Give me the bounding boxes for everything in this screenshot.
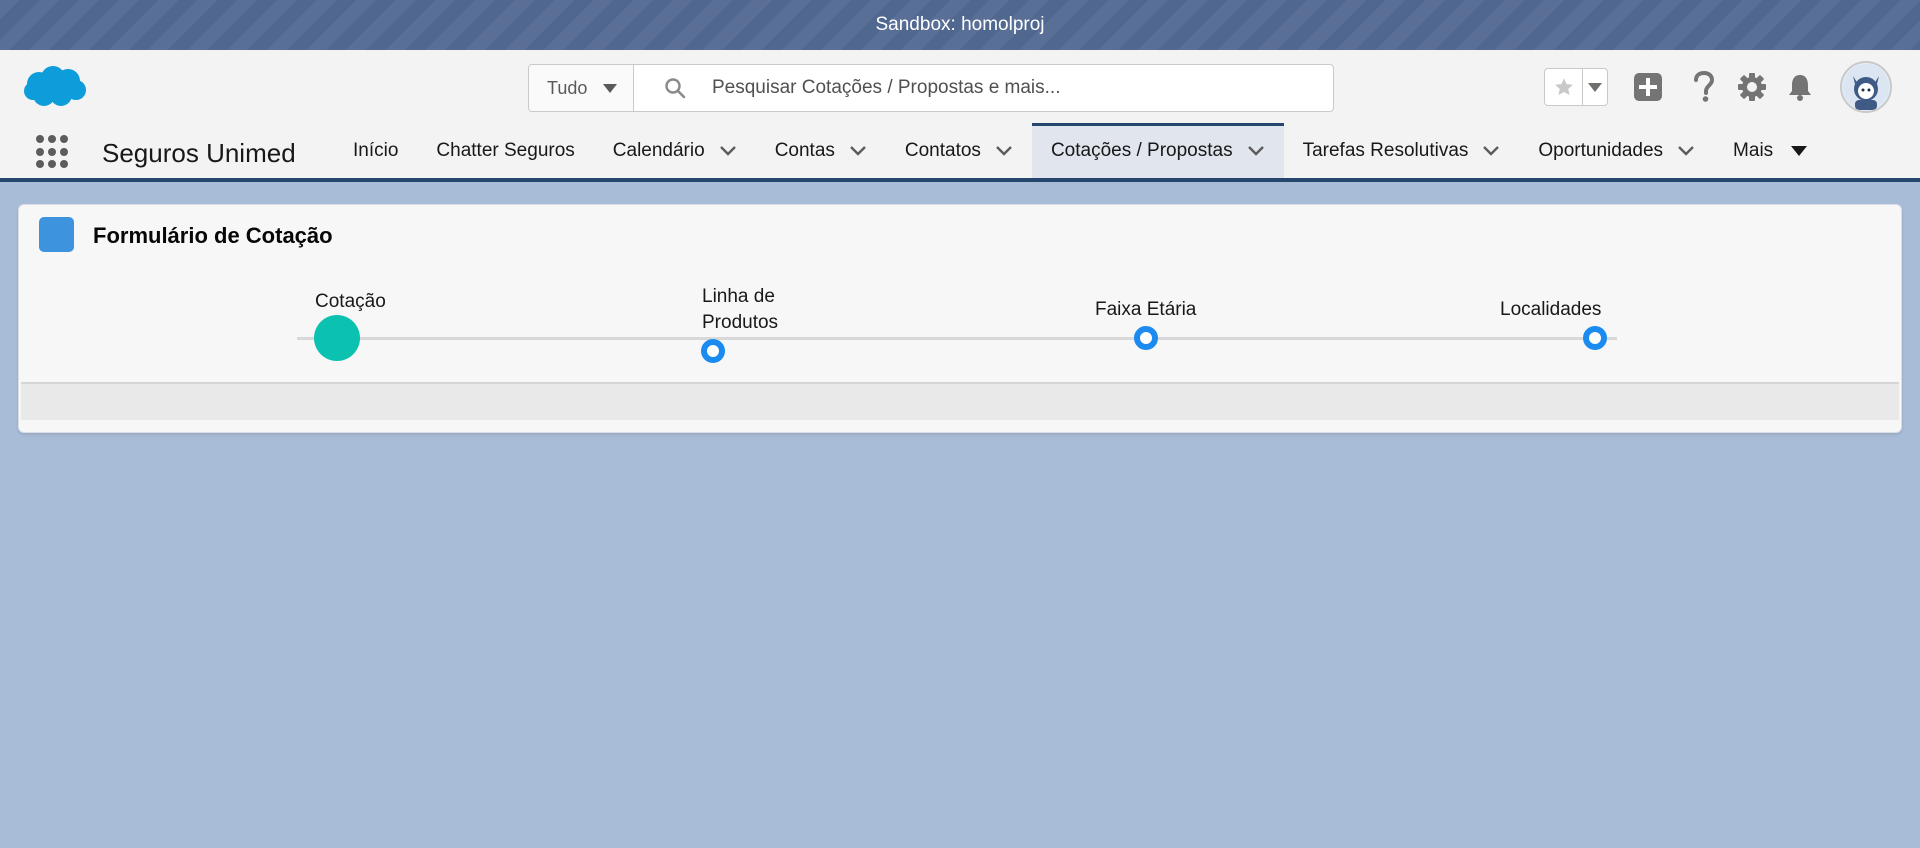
- chevron-down-icon[interactable]: [1247, 142, 1265, 160]
- nav-item-label: Início: [353, 140, 399, 161]
- app-launcher-icon[interactable]: [36, 135, 68, 169]
- bell-icon: [1789, 75, 1811, 101]
- favorites-star-button[interactable]: [1545, 69, 1583, 105]
- global-search: Tudo: [528, 64, 1334, 112]
- step-label-cotacao: Cotação: [315, 291, 386, 312]
- app-name: Seguros Unimed: [102, 138, 296, 168]
- nav-item-calendario[interactable]: Calendário: [594, 124, 756, 178]
- gear-icon: [1738, 73, 1766, 101]
- notifications-button[interactable]: [1782, 69, 1818, 105]
- progress-path: Cotação Linha de Produtos Faixa Etária L…: [19, 205, 1903, 385]
- nav-item-mais[interactable]: Mais: [1714, 124, 1826, 178]
- navigation-bar: Seguros Unimed Início Chatter Seguros Ca…: [0, 123, 1920, 182]
- chevron-down-icon[interactable]: [995, 142, 1013, 160]
- chevron-down-icon[interactable]: [849, 142, 867, 160]
- sandbox-banner-text: Sandbox: homolproj: [875, 14, 1045, 35]
- help-button[interactable]: [1686, 69, 1722, 105]
- step-label-linha-de-produtos: Linha de Produtos: [702, 286, 779, 333]
- chevron-down-icon[interactable]: [1482, 142, 1500, 160]
- caret-down-icon: [1588, 82, 1602, 92]
- nav-item-label: Tarefas Resolutivas: [1302, 140, 1469, 161]
- caret-down-icon: [603, 83, 617, 93]
- card-footer: [21, 382, 1899, 420]
- step-marker-localidades[interactable]: [1583, 326, 1607, 350]
- nav-item-oportunidades[interactable]: Oportunidades: [1519, 124, 1714, 178]
- nav-item-chatter-seguros[interactable]: Chatter Seguros: [417, 124, 593, 178]
- step-marker-faixa-etaria[interactable]: [1134, 326, 1158, 350]
- salesforce-logo-icon[interactable]: [22, 64, 88, 110]
- astro-avatar-icon: [1843, 64, 1889, 110]
- global-actions-button[interactable]: [1630, 69, 1666, 105]
- nav-item-contatos[interactable]: Contatos: [886, 124, 1032, 178]
- nav-item-inicio[interactable]: Início: [334, 124, 417, 178]
- chevron-down-icon[interactable]: [719, 142, 737, 160]
- nav-item-label: Chatter Seguros: [436, 140, 575, 161]
- header-actions: [1544, 61, 1892, 113]
- search-scope-label: Tudo: [547, 77, 588, 98]
- search-input[interactable]: [712, 77, 1312, 99]
- setup-button[interactable]: [1734, 69, 1770, 105]
- step-label-faixa-etaria: Faixa Etária: [1095, 299, 1197, 320]
- nav-item-label: Calendário: [612, 140, 705, 161]
- search-scope-dropdown[interactable]: Tudo: [529, 65, 634, 111]
- caret-down-icon: [1791, 146, 1808, 156]
- star-icon: [1554, 78, 1573, 96]
- step-label-localidades: Localidades: [1500, 299, 1602, 320]
- add-icon: [1634, 73, 1662, 101]
- nav-item-label: Oportunidades: [1538, 140, 1664, 161]
- global-header: Tudo: [0, 50, 1920, 124]
- nav-item-contas[interactable]: Contas: [756, 124, 886, 178]
- chevron-down-icon[interactable]: [1677, 142, 1695, 160]
- step-marker-linha-de-produtos[interactable]: [701, 339, 725, 363]
- nav-item-label: Cotações / Propostas: [1050, 140, 1233, 161]
- nav-item-label: Contatos: [904, 140, 981, 161]
- nav-item-label: Contas: [774, 140, 835, 161]
- path-track: [297, 337, 1617, 340]
- quote-form-card: Formulário de Cotação Cotação Linha de P…: [18, 204, 1902, 433]
- search-field[interactable]: [634, 65, 1333, 111]
- step-marker-cotacao[interactable]: [314, 315, 360, 361]
- nav-items: Início Chatter Seguros Calendário Contas…: [334, 123, 1826, 178]
- nav-item-cotacoes-propostas[interactable]: Cotações / Propostas: [1031, 123, 1284, 178]
- help-icon: [1694, 71, 1715, 102]
- favorites-group: [1544, 68, 1608, 106]
- favorites-list-button[interactable]: [1583, 69, 1607, 105]
- nav-item-label: Mais: [1733, 140, 1774, 161]
- user-avatar[interactable]: [1840, 61, 1892, 113]
- search-icon: [665, 78, 686, 99]
- nav-item-tarefas-resolutivas[interactable]: Tarefas Resolutivas: [1284, 124, 1520, 178]
- sandbox-banner: Sandbox: homolproj: [0, 0, 1920, 50]
